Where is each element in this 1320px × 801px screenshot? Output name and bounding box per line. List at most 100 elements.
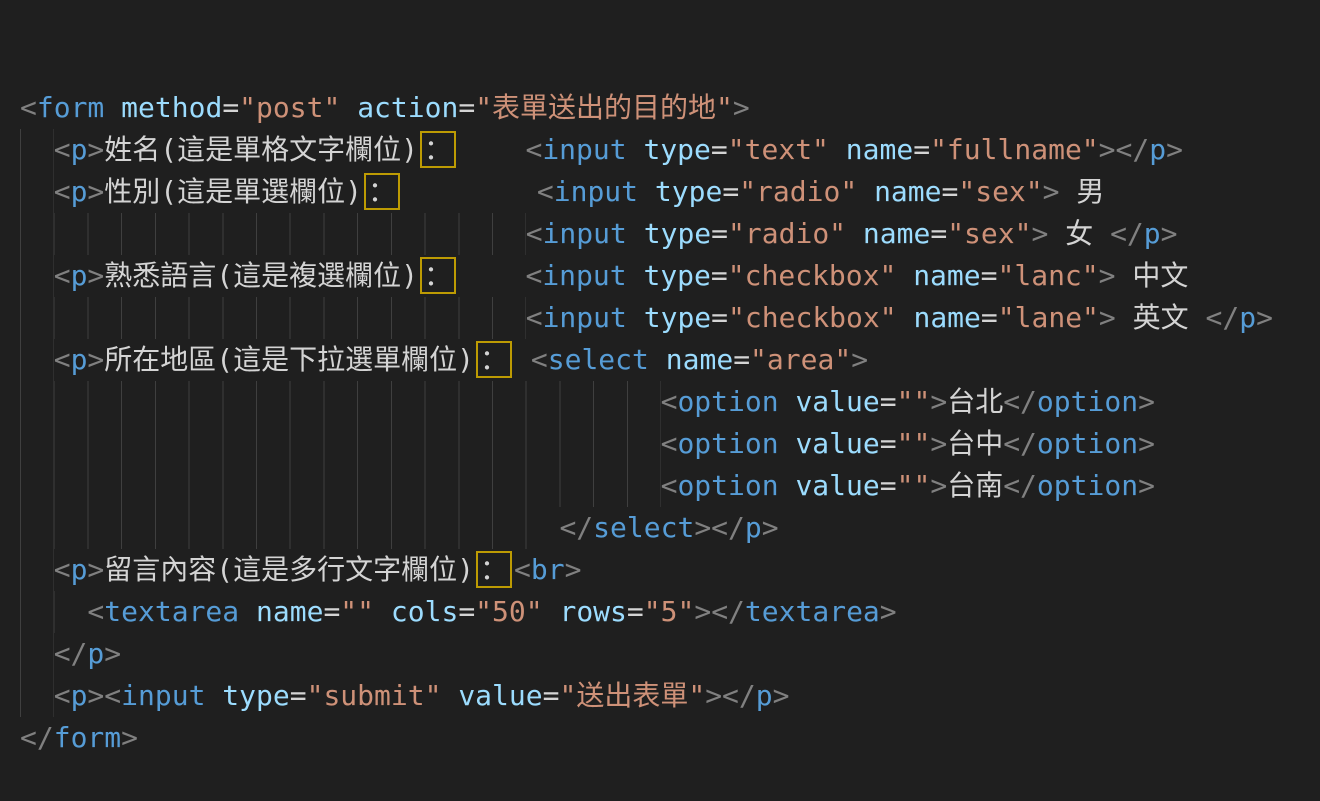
code-token: 熟悉語言(這是複選欄位) <box>104 259 418 292</box>
code-line[interactable]: <input type="radio" name="sex"> 女 </p> <box>20 213 1320 255</box>
code-token <box>340 91 357 124</box>
code-token: > <box>930 469 947 502</box>
code-line[interactable]: <p>所在地區(這是下拉選單欄位)： <select name="area"> <box>20 339 1320 381</box>
code-token: p <box>1239 301 1256 334</box>
code-token: > <box>87 343 104 376</box>
code-token: > <box>87 553 104 586</box>
code-line[interactable]: <input type="checkbox" name="lane"> 英文 <… <box>20 297 1320 339</box>
code-token: = <box>722 175 739 208</box>
code-token: p <box>756 679 773 712</box>
code-token: = <box>880 427 897 460</box>
code-line[interactable]: </p> <box>20 633 1320 675</box>
code-token: > <box>104 637 121 670</box>
unicode-highlight-box: ： <box>476 341 512 378</box>
code-token <box>897 301 914 334</box>
code-token: name <box>863 217 930 250</box>
code-token: type <box>643 259 710 292</box>
code-token: method <box>121 91 222 124</box>
code-token: > <box>762 511 779 544</box>
unicode-highlight-box: ： <box>364 173 400 210</box>
code-token: </ <box>1206 301 1240 334</box>
code-token: select <box>593 511 694 544</box>
code-token: p <box>71 133 88 166</box>
code-token: = <box>880 385 897 418</box>
code-line[interactable]: </select></p> <box>20 507 1320 549</box>
code-line[interactable]: <option value="">台南</option> <box>20 465 1320 507</box>
indent-guide <box>20 129 54 171</box>
indent-guide <box>20 213 526 255</box>
code-token: < <box>87 595 104 628</box>
code-line[interactable]: <p><input type="submit" value="送出表單"></p… <box>20 675 1320 717</box>
code-token: cols <box>391 595 458 628</box>
code-token: > <box>87 679 104 712</box>
code-token: p <box>745 511 762 544</box>
code-token: > <box>694 511 711 544</box>
code-token: p <box>71 259 88 292</box>
code-line[interactable]: <option value="">台中</option> <box>20 423 1320 465</box>
code-token: = <box>543 679 560 712</box>
code-token: > <box>1099 301 1116 334</box>
code-token <box>846 217 863 250</box>
code-token: p <box>71 175 88 208</box>
code-line[interactable]: <textarea name="" cols="50" rows="5"></t… <box>20 591 1320 633</box>
code-token <box>543 595 560 628</box>
code-token: 中文 <box>1116 259 1189 292</box>
code-token: value <box>458 679 542 712</box>
code-token: > <box>121 721 138 754</box>
code-token: option <box>677 427 778 460</box>
code-token: input <box>121 679 205 712</box>
code-token: "" <box>897 385 931 418</box>
code-token: option <box>677 469 778 502</box>
code-line[interactable]: <p>性別(這是單選欄位)： <input type="radio" name=… <box>20 171 1320 213</box>
code-token: 性別(這是單選欄位) <box>104 175 362 208</box>
code-line[interactable]: <p>姓名(這是單格文字欄位)： <input type="text" name… <box>20 129 1320 171</box>
code-token: = <box>711 259 728 292</box>
code-token: = <box>711 217 728 250</box>
code-line[interactable]: <p>留言內容(這是多行文字欄位)：<br> <box>20 549 1320 591</box>
code-line[interactable]: <p>熟悉語言(這是複選欄位)： <input type="checkbox" … <box>20 255 1320 297</box>
indent-guide <box>20 591 87 633</box>
code-token <box>829 133 846 166</box>
code-token <box>514 343 531 376</box>
code-token: </ <box>559 511 593 544</box>
unicode-highlight-box: ： <box>476 551 512 588</box>
code-token: p <box>1144 217 1161 250</box>
code-token: > <box>87 259 104 292</box>
code-token: > <box>930 385 947 418</box>
code-token: < <box>661 385 678 418</box>
indent-guide <box>20 423 661 465</box>
unicode-highlight-box: ： <box>420 131 456 168</box>
code-token: 姓名(這是單格文字欄位) <box>104 133 418 166</box>
code-token <box>638 175 655 208</box>
code-token: p <box>71 343 88 376</box>
code-token: type <box>643 133 710 166</box>
unicode-highlight-box: ： <box>420 257 456 294</box>
code-token <box>402 175 537 208</box>
code-token: "lane" <box>998 301 1099 334</box>
code-token: </ <box>711 595 745 628</box>
code-token <box>779 469 796 502</box>
code-token: > <box>1166 133 1183 166</box>
code-token: name <box>846 133 913 166</box>
code-token: input <box>542 133 626 166</box>
code-line[interactable]: </form> <box>20 717 1320 759</box>
code-token: = <box>711 133 728 166</box>
code-token: < <box>531 343 548 376</box>
code-token: < <box>537 175 554 208</box>
code-line[interactable]: <option value="">台北</option> <box>20 381 1320 423</box>
code-token: = <box>222 91 239 124</box>
code-token: < <box>525 133 542 166</box>
code-token: value <box>795 469 879 502</box>
code-token: "post" <box>239 91 340 124</box>
code-token: p <box>71 553 88 586</box>
code-token: 台北 <box>947 385 1003 418</box>
code-token: input <box>542 259 626 292</box>
code-token: "radio" <box>739 175 857 208</box>
code-token: > <box>733 91 750 124</box>
code-token: > <box>1099 133 1116 166</box>
code-token: > <box>773 679 790 712</box>
code-token <box>857 175 874 208</box>
code-token <box>779 427 796 460</box>
code-line[interactable]: <form method="post" action="表單送出的目的地"> <box>20 87 1320 129</box>
code-token <box>627 259 644 292</box>
